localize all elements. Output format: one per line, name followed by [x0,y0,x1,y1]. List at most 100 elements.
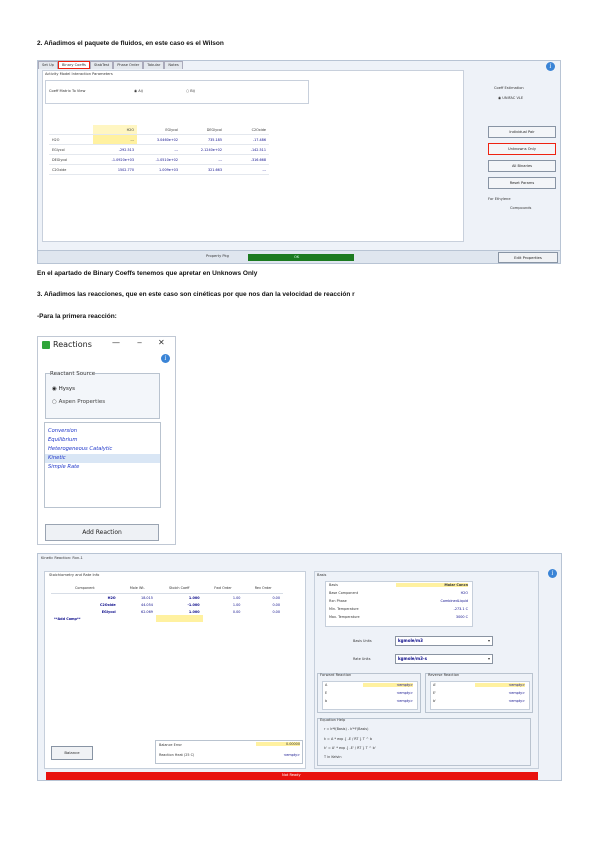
add-comp-cell[interactable]: **Add Comp** [51,615,119,622]
close-button[interactable]: ✕ [158,338,165,347]
stoich-title: Stoichiometry and Rate Info [49,573,100,577]
fwd-order[interactable]: 1.00 [203,594,244,602]
reverse-params: A' <empty> E' <empty> b' <empty> [430,681,530,710]
rev-order[interactable]: 0.00 [243,594,283,602]
table-cell[interactable]: 321.663 [181,164,225,175]
fwd-order[interactable]: 0.00 [203,608,244,615]
rev-order[interactable]: 0.00 [243,608,283,615]
table-cell[interactable]: -1.0510e+02 [137,154,181,165]
binary-note: En el apartado de Binary Coeffs tenemos … [37,270,258,277]
table-cell[interactable]: -142.511 [225,144,269,155]
table-cell[interactable]: --- [137,144,181,155]
table-cell[interactable]: 2.1240e+02 [181,144,225,155]
stoich-coeff[interactable]: 1.000 [156,608,203,615]
mole-wt: 18.015 [141,595,153,600]
unifac-option[interactable]: ◉ UNIFAC VLE [498,96,523,100]
equation-help-group: Equation Help r = k*f(Basis) - k'*f'(Bas… [317,718,531,766]
equation-line: T in Kelvin [324,755,342,759]
coeff-label: Coeff Matrix To View [49,89,86,93]
table-cell[interactable]: 735.185 [181,134,225,145]
column-header: EGlycol [137,125,181,135]
list-item[interactable]: Simple Rate [45,463,160,472]
param-value[interactable]: <empty> [475,699,525,703]
reverse-title: Reverse Reaction [428,673,460,677]
window-title: Kinetic Reaction: Rxn-1 [41,556,83,560]
tab-notes[interactable]: Notes [164,61,183,69]
list-item[interactable]: Equilibrium [45,436,160,445]
stoich-coeff[interactable]: 1.000 [156,594,203,602]
param-value[interactable]: <empty> [363,683,413,687]
coeff-view-box: Coeff Matrix To View ◉ Aij ○ Bij [45,80,309,104]
radio-bij[interactable]: ○ Bij [186,89,195,93]
info-icon[interactable]: i [548,569,557,578]
list-item[interactable]: Heterogeneous Catalytic [45,445,160,454]
table-cell[interactable]: 1502.770 [93,164,137,175]
radio-aspen-properties[interactable]: ○ Aspen Properties [52,399,105,405]
component-name[interactable]: C2Oxide [51,601,119,608]
interaction-params-panel: Activity Model Interaction Parameters Co… [42,70,464,242]
basis-value[interactable]: 3000 C [396,615,468,619]
basis-units-select[interactable]: kgmole/m3 ▾ [395,636,493,646]
rate-units-select[interactable]: kgmole/m3-s ▾ [395,654,493,664]
basis-value[interactable]: -273.1 C [396,607,468,611]
table-cell[interactable]: --- [181,154,225,165]
balance-button[interactable]: Balance [51,746,93,760]
tab-stabtest[interactable]: StabTest [89,61,114,69]
equation-title: Equation Help [320,718,346,722]
param-value[interactable]: <empty> [475,683,525,687]
rate-units-label: Rate Units [353,657,371,661]
minimize-button[interactable]: — [112,338,120,347]
edit-properties-button[interactable]: Edit Properties [498,252,558,263]
binary-coeff-table: H2O EGlycol DEGlycol C2Oxide H2O --- 3.0… [49,125,269,175]
param-value[interactable]: <empty> [363,691,413,695]
fwd-order[interactable]: 1.00 [203,601,244,608]
tab-tabular[interactable]: Tabular [143,61,165,69]
list-item-selected[interactable]: Kinetic [45,454,160,463]
info-icon[interactable]: i [546,62,555,71]
reactant-source-label: Reactant Source [50,371,96,377]
stoich-coeff[interactable]: -1.000 [156,601,203,608]
basis-value[interactable]: H2O [396,591,468,595]
rev-order[interactable]: 0.00 [243,601,283,608]
table-cell[interactable]: -1.0920e+03 [93,154,137,165]
equation-line: k = A * exp { -E / RT } T ^ b [324,737,373,741]
component-name[interactable]: H2O [51,594,119,602]
basis-field-label: Max. Temperature [329,615,360,619]
component-name[interactable]: EGlycol [51,608,119,615]
table-cell[interactable]: 3.0460e+02 [137,134,181,145]
equation-line: r = k*f(Basis) - k'*f'(Basis) [324,727,369,731]
reset-params-button[interactable]: Reset Params [488,177,556,189]
radio-hysys[interactable]: ◉ Hysys [52,386,75,392]
table-cell[interactable]: 1.009e+03 [137,164,181,175]
basis-value[interactable]: Molar Concn [396,583,468,587]
table-cell[interactable]: -316.668 [225,154,269,165]
status-text: Not Ready [282,773,301,777]
table-cell[interactable]: -17.486 [225,134,269,145]
reactions-window: Reactions — ‒ ✕ i Reactant Source ◉ Hysy… [37,336,176,545]
table-cell[interactable]: --- [93,134,137,145]
radio-aij[interactable]: ◉ Aij [134,89,143,93]
unknowns-only-button[interactable]: Unknowns Only [488,143,556,155]
basis-value[interactable]: CombinedLiquid [396,599,468,603]
param-label: A' [433,683,437,687]
fluid-package-screenshot: Set Up Binary Coeffs StabTest Phase Orde… [37,60,561,264]
tab-setup[interactable]: Set Up [38,61,58,69]
basis-panel: Basis Basis Molar Concn Base Component H… [314,571,539,769]
param-value[interactable]: <empty> [363,699,413,703]
tab-phase-order[interactable]: Phase Order [113,61,144,69]
table-cell[interactable]: --- [225,164,269,175]
all-binaries-button[interactable]: All Binaries [488,160,556,172]
heading-step-2: 2. Añadimos el paquete de fluidos, en es… [37,40,224,47]
coeff-estimation-label: Coeff Estimation [494,86,524,90]
table-cell[interactable]: -292.513 [93,144,137,155]
balance-error-label: Balance Error [159,743,182,747]
param-label: b [325,699,328,703]
info-icon[interactable]: i [161,354,170,363]
tab-binary-coeffs[interactable]: Binary Coeffs [57,61,90,69]
param-value[interactable]: <empty> [475,691,525,695]
param-label: A [325,683,328,687]
add-reaction-button[interactable]: Add Reaction [45,524,159,541]
individual-pair-button[interactable]: Individual Pair [488,126,556,138]
maximize-button[interactable]: ‒ [137,338,142,347]
list-item[interactable]: Conversion [45,427,160,436]
